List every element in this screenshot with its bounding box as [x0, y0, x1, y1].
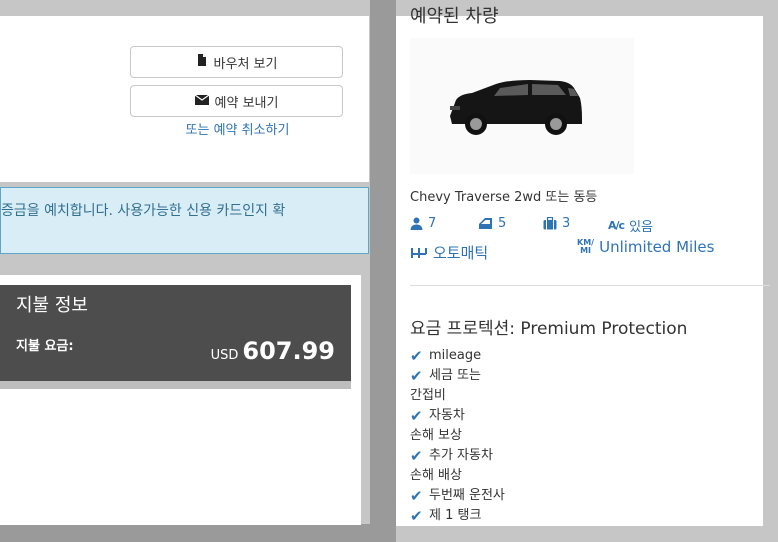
- transmission-feature: 오토매틱: [410, 242, 488, 263]
- protection-list: ✔ mileage ✔ 세금 또는간접비 ✔ 자동차손해 보상 ✔ 추가 자동차손해 배상 ✔ 두…: [410, 346, 505, 526]
- air-conditioning-icon: A/c: [608, 219, 625, 232]
- protection-item: 간접비: [410, 386, 505, 406]
- mileage-feature: KM/ MI Unlimited Miles: [577, 238, 714, 256]
- km-mi-icon: KM/ MI: [577, 239, 594, 255]
- protection-item-text: 두번째 운전사: [429, 488, 505, 503]
- checkmark-icon: ✔: [410, 367, 423, 385]
- checkmark-icon: ✔: [410, 507, 423, 525]
- send-reservation-label: 예약 보내기: [214, 95, 279, 111]
- mileage-label: Unlimited Miles: [599, 238, 715, 256]
- send-reservation-button[interactable]: 예약 보내기: [130, 85, 343, 117]
- protection-item: ✔ mileage: [410, 346, 505, 366]
- payment-shadow: [0, 381, 351, 389]
- protection-item-text: 제 1 탱크: [429, 508, 482, 523]
- person-icon: [410, 217, 423, 230]
- checkmark-icon: ✔: [410, 347, 423, 365]
- ac-label: 있음: [629, 220, 653, 235]
- car-door-icon: [478, 217, 493, 230]
- reservation-actions-panel: 바우처 보기 예약 보내기 또는 예약 취소하기: [0, 16, 369, 182]
- envelope-icon: [194, 94, 209, 109]
- protection-item-text: 간접비: [410, 388, 446, 403]
- car-name: Chevy Traverse 2wd 또는 동등: [410, 190, 598, 205]
- protection-item-text: 자동차: [429, 408, 465, 423]
- transmission-label: 오토매틱: [433, 244, 489, 262]
- protection-item: ✔ 두번째 운전사: [410, 486, 505, 506]
- protection-item: ✔ 추가 자동차: [410, 446, 505, 466]
- protection-item: 손해 배상: [410, 466, 505, 486]
- protection-item: ✔ 세금 또는: [410, 366, 505, 386]
- km-mi-icon-bottom: MI: [580, 246, 592, 255]
- doors-feature: 5: [478, 216, 506, 231]
- seats-count: 7: [428, 216, 437, 231]
- overlay-divider-horizontal: [0, 524, 396, 542]
- deposit-notice-text: 증금을 예치합니다. 사용가능한 신용 카드인지 확: [1, 203, 286, 219]
- bags-feature: 3: [543, 216, 570, 231]
- checkmark-icon: ✔: [410, 407, 423, 425]
- payment-summary: 지불 정보 지불 요금: USD 607.99: [0, 285, 351, 381]
- bags-count: 3: [562, 216, 571, 231]
- reserved-vehicle-title: 예약된 차량: [410, 6, 499, 27]
- view-voucher-label: 바우처 보기: [213, 56, 278, 72]
- car-image: [410, 38, 634, 174]
- ac-feature: A/c 있음: [608, 216, 653, 235]
- checkmark-icon: ✔: [410, 487, 423, 505]
- payment-amount: USD 607.99: [211, 337, 335, 365]
- gear-shift-icon: [410, 244, 428, 262]
- seats-feature: 7: [410, 216, 436, 231]
- protection-item-text: 손해 보상: [410, 428, 462, 443]
- payment-value: 607.99: [242, 337, 335, 365]
- view-voucher-button[interactable]: 바우처 보기: [130, 46, 343, 78]
- protection-item-text: mileage: [429, 348, 482, 363]
- protection-item: ✔ 자동차: [410, 406, 505, 426]
- deposit-notice: 증금을 예치합니다. 사용가능한 신용 카드인지 확: [0, 187, 369, 254]
- doors-count: 5: [498, 216, 507, 231]
- protection-item: 손해 보상: [410, 426, 505, 446]
- checkmark-icon: ✔: [410, 447, 423, 465]
- protection-item-text: 세금 또는: [429, 368, 481, 383]
- section-divider: [410, 285, 770, 286]
- suitcase-icon: [543, 217, 557, 230]
- protection-item-text: 추가 자동차: [429, 448, 493, 463]
- payment-currency: USD: [210, 348, 239, 363]
- payment-panel: 지불 정보 지불 요금: USD 607.99: [0, 275, 361, 525]
- document-icon: [196, 54, 208, 70]
- protection-item-text: 손해 배상: [410, 468, 462, 483]
- protection-title: 요금 프로텍션: Premium Protection: [410, 319, 688, 339]
- cancel-reservation-link[interactable]: 또는 예약 취소하기: [130, 119, 345, 138]
- payment-title: 지불 정보: [16, 295, 88, 316]
- overlay-divider-vertical: [370, 0, 396, 542]
- payment-label: 지불 요금:: [16, 339, 74, 354]
- protection-item: ✔ 제 1 탱크: [410, 506, 505, 526]
